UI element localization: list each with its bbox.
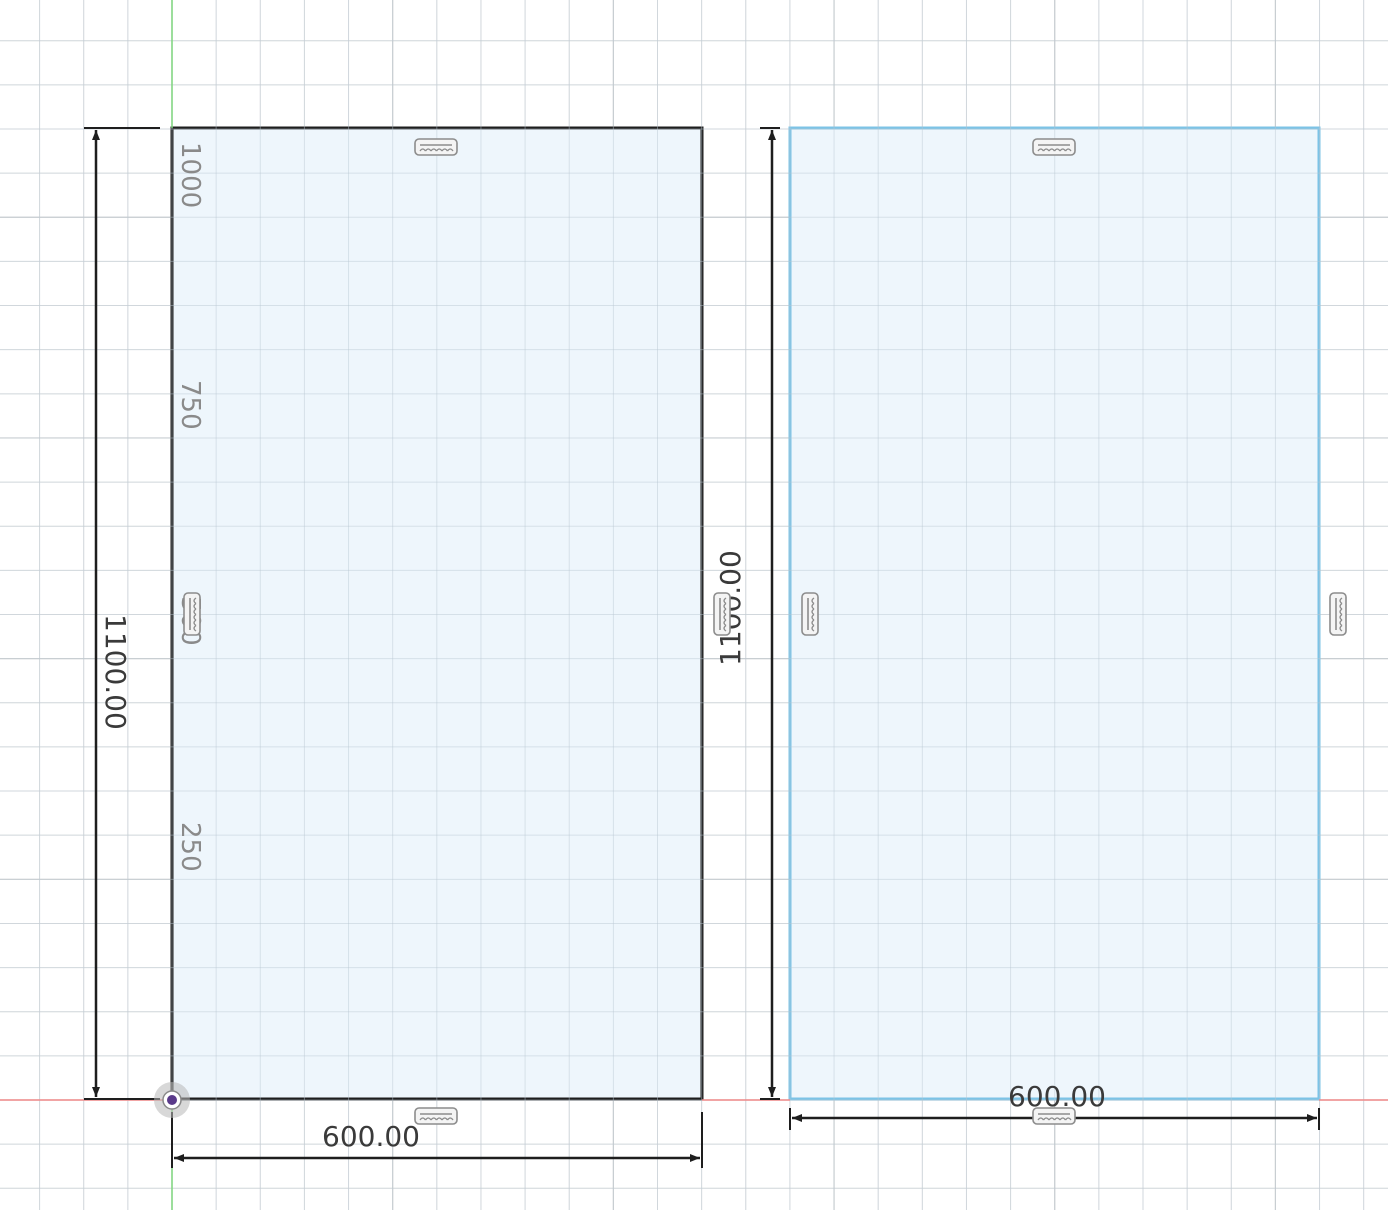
- ruler-label-1000: 1000: [175, 142, 205, 208]
- sketch-viewport[interactable]: 1000 750 500 250 1100.00 600.00 1100.00: [0, 0, 1388, 1210]
- vertical-constraint-icon[interactable]: [801, 592, 819, 636]
- vertical-constraint-icon[interactable]: [713, 592, 731, 636]
- ruler-label-250: 250: [175, 822, 205, 872]
- horizontal-constraint-icon[interactable]: [1032, 138, 1076, 156]
- dimension-text-height-left[interactable]: 1100.00: [99, 614, 132, 730]
- vertical-constraint-icon[interactable]: [1329, 592, 1347, 636]
- origin-point-icon[interactable]: [154, 1082, 190, 1118]
- horizontal-constraint-icon[interactable]: [1032, 1107, 1076, 1125]
- dimension-text-width-left[interactable]: 600.00: [322, 1120, 420, 1153]
- vertical-constraint-icon[interactable]: [183, 592, 201, 636]
- horizontal-constraint-icon[interactable]: [414, 1107, 458, 1125]
- dimension-height-left[interactable]: 1100.00: [84, 127, 160, 1100]
- sketch-canvas[interactable]: 1000 750 500 250 1100.00 600.00 1100.00: [0, 0, 1388, 1210]
- ruler-label-750: 750: [175, 380, 205, 430]
- horizontal-constraint-icon[interactable]: [414, 138, 458, 156]
